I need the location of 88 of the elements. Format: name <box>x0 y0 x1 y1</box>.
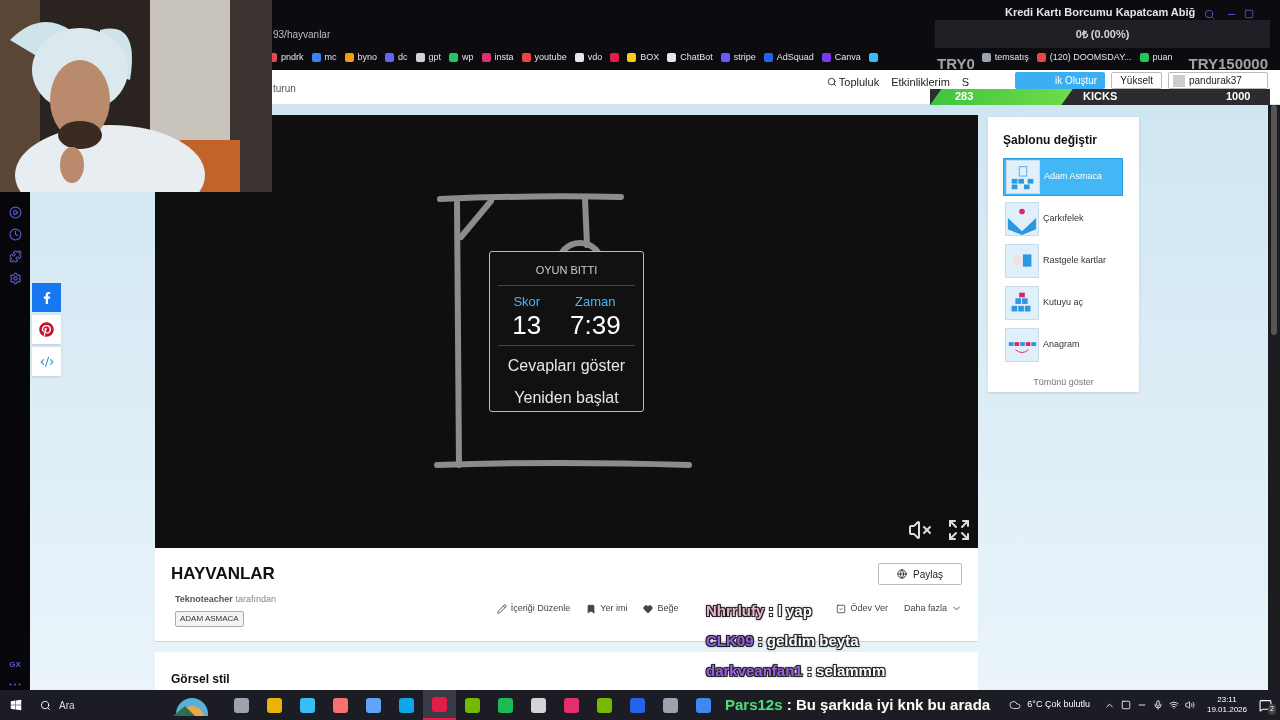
activity-action[interactable]: Yer imi <box>586 601 628 616</box>
dialog-action[interactable]: Yeniden başlat <box>514 386 619 411</box>
bookmark[interactable]: AdSquad <box>763 50 814 65</box>
template-thumbnail <box>1006 160 1040 194</box>
weather-icon <box>1009 699 1022 711</box>
bookmark[interactable]: puan <box>1139 50 1173 65</box>
goal-start: TRY0 <box>937 56 975 71</box>
goal-amount: 0₺ (0.00%) <box>1075 26 1130 42</box>
nav-link[interactable]: Topluluk <box>838 74 880 91</box>
dialog-action[interactable]: Cevapları göster <box>507 354 626 379</box>
template-tag: ADAM ASMACA <box>175 611 244 628</box>
search-icon[interactable] <box>826 77 837 87</box>
template-thumbnail <box>1005 328 1039 362</box>
bookmark[interactable]: temsatış <box>981 50 1029 65</box>
more-menu[interactable]: Daha fazla <box>903 601 962 616</box>
taskbar-search-field[interactable]: Ara <box>34 693 169 717</box>
search-icon <box>40 699 51 711</box>
settings-icon[interactable] <box>8 272 22 285</box>
show-all-link[interactable]: Tümünü göster <box>1003 376 1124 390</box>
play-icon[interactable] <box>8 206 22 219</box>
pencil-icon <box>496 603 507 614</box>
template-item[interactable]: Rastgele kartlar <box>1003 242 1123 280</box>
microphone-icon[interactable] <box>1152 700 1163 710</box>
code-icon[interactable] <box>39 354 54 369</box>
checkbox-icon <box>836 603 847 614</box>
bookmark[interactable]: byno <box>344 50 378 65</box>
bookmark[interactable]: ChatBot <box>667 50 713 65</box>
heart-icon <box>643 603 654 614</box>
stat-label: Skor <box>513 292 541 311</box>
author-text: Teknoteacher tarafından <box>175 592 276 606</box>
address-text[interactable]: 93/hayvanlar <box>273 27 331 42</box>
bookmark-icon[interactable] <box>610 53 620 62</box>
nav-link[interactable]: S <box>961 74 970 91</box>
bookmark[interactable]: youtube <box>521 50 567 65</box>
template-item[interactable]: Çarkıfelek <box>1003 200 1123 238</box>
sidebar-label[interactable]: GX <box>9 659 21 671</box>
activity-action[interactable]: İçeriği Düzenle <box>496 601 571 616</box>
volume-icon[interactable] <box>1184 700 1195 710</box>
bookmark[interactable]: wp <box>449 50 474 65</box>
bookmark[interactable]: insta <box>481 50 514 65</box>
bookmark-icon <box>586 603 597 614</box>
kicks-target: 1000 <box>1226 91 1251 102</box>
chat-message: Pars12s : Bu şarkıda iyi knk bu arada <box>725 695 991 715</box>
tray-app-icon[interactable] <box>1120 700 1131 710</box>
bookmark[interactable]: stripe <box>720 50 756 65</box>
template-item[interactable]: Anagram <box>1003 326 1123 364</box>
panel-title: Şablonu değiştir <box>1003 132 1098 149</box>
template-thumbnail <box>1005 202 1039 236</box>
template-item[interactable]: Kutuyu aç <box>1003 284 1123 322</box>
activity-title: HAYVANLAR <box>171 563 275 586</box>
user-menu[interactable]: pandurak37 <box>1168 72 1268 89</box>
nav-text: turun <box>273 82 296 96</box>
kicks-label: KICKS <box>1083 91 1118 102</box>
chat-message: CLK09 : geldim beyta <box>706 632 859 650</box>
bookmark[interactable]: Canva <box>821 50 861 65</box>
puzzle-icon[interactable] <box>8 250 22 263</box>
bookmark[interactable]: mc <box>311 50 337 65</box>
start-icon[interactable] <box>10 699 22 711</box>
clock-icon[interactable] <box>8 228 22 241</box>
chat-message: Nhrrlufy : l yap <box>706 602 812 620</box>
weather-text[interactable]: 6°C Çok bulutlu <box>1027 698 1090 712</box>
goal-title: Kredi Kartı Borcumu Kapatcam Abiğ <box>1005 5 1196 20</box>
bookmark-icon[interactable] <box>868 53 878 62</box>
stat-value: 7:39 <box>570 311 621 340</box>
share-button[interactable]: Paylaş <box>878 563 962 586</box>
pinterest-icon[interactable] <box>39 322 54 337</box>
globe-icon <box>897 569 907 580</box>
activity-action[interactable]: Ödev Ver <box>836 601 888 616</box>
section-title: Görsel stil <box>171 672 230 686</box>
stat-value: 13 <box>512 311 542 340</box>
more-icon[interactable] <box>9 683 21 686</box>
kicks-count: 283 <box>955 91 974 102</box>
chat-message: darkveanfan1 : selammm <box>706 662 886 680</box>
goal-target: TRY150000 <box>1188 56 1268 71</box>
bookmark[interactable]: (120) DOOMSDAY... <box>1036 50 1132 65</box>
nav-link[interactable]: Etkinliklerim <box>891 74 950 91</box>
dialog-title: OYUN BITTI <box>535 263 598 279</box>
fullscreen-icon[interactable] <box>947 518 971 543</box>
stat-label: Zaman <box>575 292 616 311</box>
network-icon[interactable] <box>1168 700 1179 710</box>
bookmark[interactable]: dc <box>385 50 408 65</box>
activity-action[interactable]: Beğe <box>643 601 679 616</box>
clock[interactable]: 23:11 19.01.2026 <box>1206 695 1247 715</box>
bookmark[interactable]: vdo <box>574 50 603 65</box>
template-thumbnail <box>1005 286 1039 320</box>
bookmark[interactable]: BOX <box>627 50 660 65</box>
bookmark[interactable]: gpt <box>415 50 442 65</box>
template-thumbnail <box>1005 244 1039 278</box>
